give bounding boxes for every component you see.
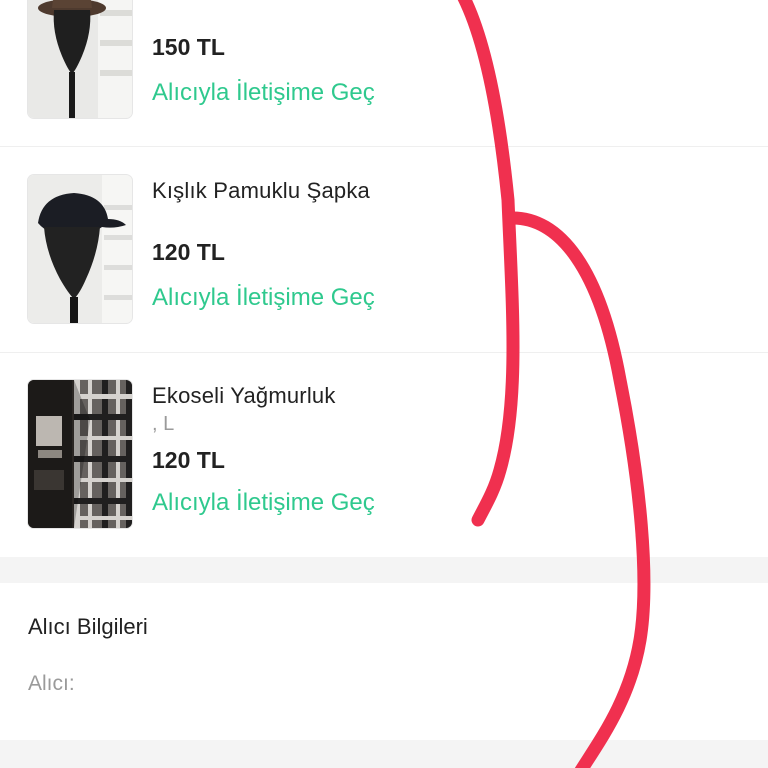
fedora-hat-image <box>28 0 132 118</box>
product-price: 150 TL <box>152 34 225 60</box>
plaid-raincoat-image <box>28 380 132 528</box>
order-item-2: Kışlık Pamuklu Şapka 120 TL Alıcıyla İle… <box>0 147 768 352</box>
buyer-info-title: Alıcı Bilgileri <box>28 614 148 639</box>
contact-buyer-link[interactable]: Alıcıyla İletişime Geç <box>152 489 375 517</box>
product-variant: , L <box>152 413 175 435</box>
product-thumbnail-raincoat[interactable] <box>28 380 132 528</box>
product-name: Ekoseli Yağmurluk <box>152 383 336 408</box>
product-name: Kışlık Pamuklu Şapka <box>152 178 370 203</box>
product-price: 120 TL <box>152 239 225 265</box>
order-detail-screen: 150 TL Alıcıyla İletişime Geç Kışlık Pam… <box>0 0 768 768</box>
product-thumbnail-cap[interactable] <box>28 175 132 323</box>
section-separator-bottom <box>0 740 768 768</box>
order-item-3: Ekoseli Yağmurluk , L 120 TL Alıcıyla İl… <box>0 353 768 557</box>
contact-buyer-link[interactable]: Alıcıyla İletişime Geç <box>152 79 375 107</box>
contact-buyer-link[interactable]: Alıcıyla İletişime Geç <box>152 284 375 312</box>
product-thumbnail-hat[interactable] <box>28 0 132 118</box>
order-item-1: 150 TL Alıcıyla İletişime Geç <box>0 0 768 146</box>
product-price: 120 TL <box>152 447 225 473</box>
section-separator <box>0 557 768 583</box>
buyer-label: Alıcı: <box>28 672 75 695</box>
black-cap-image <box>28 175 132 323</box>
